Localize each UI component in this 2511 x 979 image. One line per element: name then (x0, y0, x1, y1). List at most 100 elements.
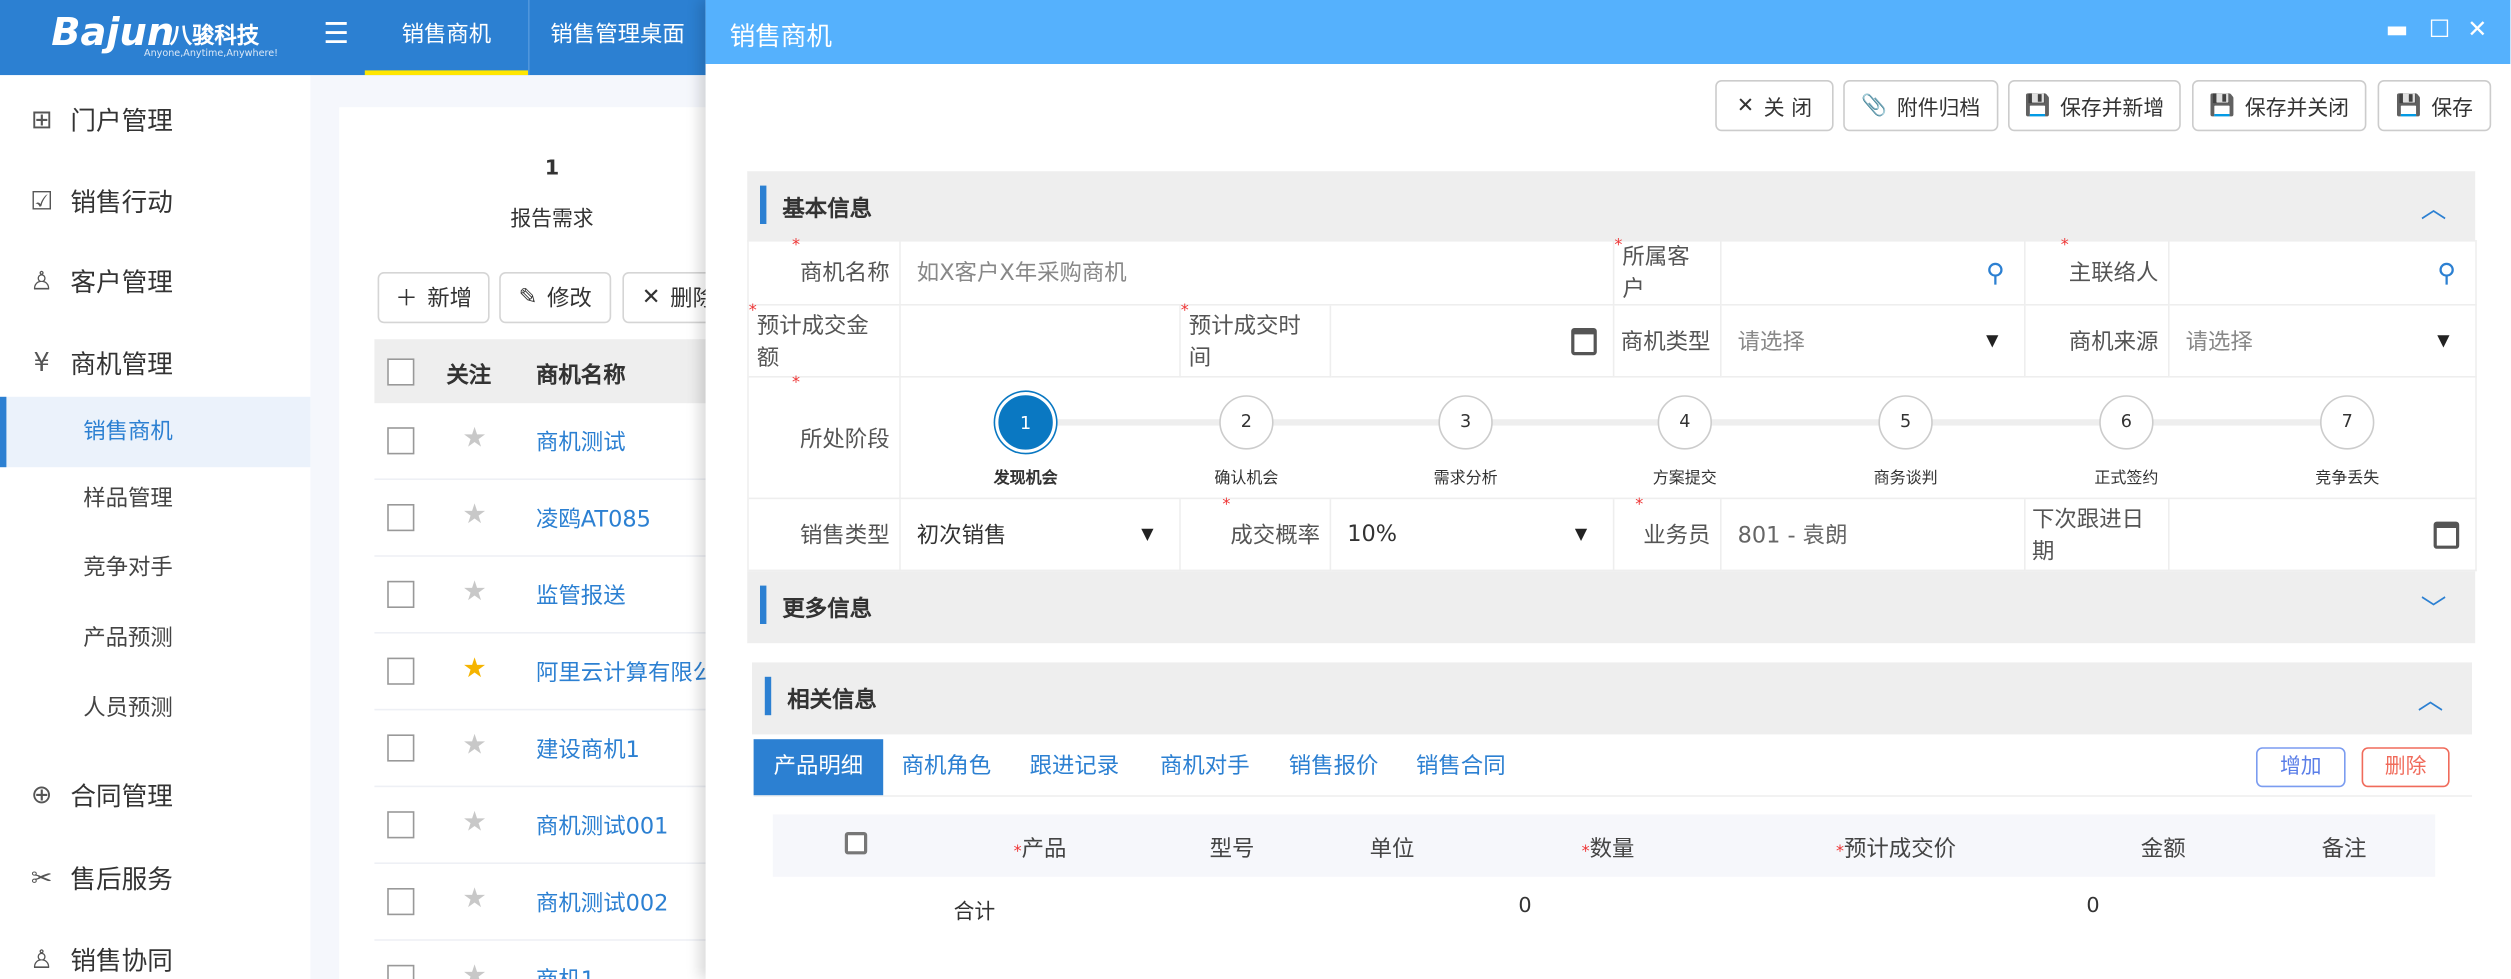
table-row[interactable]: ★ 商机测试 (374, 403, 705, 480)
sidebar-sub-samples[interactable]: 样品管理 (0, 464, 310, 534)
row-checkbox[interactable] (387, 888, 414, 915)
close-date-input[interactable] (1331, 306, 1614, 378)
sidebar-sub-staff-forecast[interactable]: 人员预测 (0, 674, 310, 744)
sidebar-item-sales-action[interactable]: ☑销售行动 (0, 165, 310, 235)
row-checkbox[interactable] (387, 581, 414, 608)
product-select-all-checkbox[interactable] (845, 832, 867, 854)
table-row[interactable]: ★ 监管报送 (374, 557, 705, 634)
star-icon[interactable]: ★ (462, 499, 486, 531)
opportunity-name-link[interactable]: 凌鸥AT085 (536, 502, 651, 534)
star-icon[interactable]: ★ (462, 806, 486, 838)
probability-select[interactable]: 10%▼ (1331, 499, 1614, 571)
sidebar-item-opportunity[interactable]: ¥商机管理 (0, 326, 310, 396)
section-title: 相关信息 (787, 683, 877, 715)
amount-input[interactable] (901, 306, 1181, 378)
attach-button[interactable]: 📎附件归档 (1843, 80, 1998, 131)
calendar-icon[interactable] (2434, 521, 2460, 548)
sidebar-item-portal[interactable]: ⊞门户管理 (0, 83, 310, 153)
opportunity-name-link[interactable]: 商机测试 (536, 426, 626, 458)
save-new-button[interactable]: 💾保存并新增 (2008, 80, 2181, 131)
maximize-icon[interactable]: ☐ (2429, 14, 2451, 43)
table-row[interactable]: ★ 商机1 (374, 941, 705, 979)
stage-step-1[interactable]: 1 (998, 395, 1052, 449)
sidebar-sub-competitors[interactable]: 竞争对手 (0, 533, 310, 603)
brand-name: 八骏科技 (170, 19, 260, 51)
type-select[interactable]: 请选择▼ (1722, 306, 2026, 378)
select-all-checkbox[interactable] (387, 358, 414, 385)
top-tab-sales-desktop[interactable]: 销售管理桌面 (528, 0, 706, 75)
stage-step-6[interactable]: 6 (2099, 395, 2153, 449)
search-icon[interactable]: ⚲ (1986, 257, 2005, 287)
opportunity-name-link[interactable]: 建设商机1 (536, 733, 640, 765)
related-tab[interactable]: 销售合同 (1397, 739, 1525, 795)
next-date-input[interactable] (2170, 499, 2477, 571)
related-tab[interactable]: 商机对手 (1139, 739, 1270, 795)
related-tab[interactable]: 销售报价 (1270, 739, 1396, 795)
save-button[interactable]: 💾保存 (2378, 80, 2492, 131)
source-select[interactable]: 请选择▼ (2170, 306, 2477, 378)
table-row[interactable]: ★ 商机测试001 (374, 787, 705, 864)
close-button[interactable]: ✕关 闭 (1715, 80, 1833, 131)
stage-step-4[interactable]: 4 (1658, 395, 1712, 449)
table-row[interactable]: ★ 商机测试002 (374, 864, 705, 941)
table-row[interactable]: ★ 建设商机1 (374, 710, 705, 787)
search-icon[interactable]: ⚲ (2437, 257, 2456, 287)
minimize-icon[interactable]: ▬ (2386, 14, 2409, 43)
sales-type-select[interactable]: 初次销售▼ (901, 499, 1181, 571)
star-icon[interactable]: ★ (462, 422, 486, 454)
save-close-button[interactable]: 💾保存并关闭 (2192, 80, 2366, 131)
stage-label: 正式签约 (2062, 464, 2190, 488)
top-tab-sales-opportunity[interactable]: 销售商机 (365, 0, 528, 75)
row-checkbox[interactable] (387, 427, 414, 454)
opportunity-name-link[interactable]: 商机测试001 (536, 810, 668, 842)
stage-step-2[interactable]: 2 (1219, 395, 1273, 449)
edit-button[interactable]: ✎修改 (499, 272, 611, 323)
section-related-info[interactable]: 相关信息 ︿ (752, 662, 2472, 734)
sidebar-item-contract[interactable]: ⊕合同管理 (0, 758, 310, 828)
opportunity-name-link[interactable]: 监管报送 (536, 579, 626, 611)
stage-step-7[interactable]: 7 (2320, 395, 2374, 449)
chevron-up-icon[interactable]: ︿ (2421, 187, 2447, 225)
delete-product-button[interactable]: 删除 (2362, 747, 2450, 787)
related-tab[interactable]: 产品明细 (754, 739, 884, 795)
opportunity-name-link[interactable]: 商机测试002 (536, 886, 668, 918)
sidebar-sub-product-forecast[interactable]: 产品预测 (0, 603, 310, 673)
add-button[interactable]: ＋新增 (378, 272, 490, 323)
add-product-button[interactable]: 增加 (2256, 747, 2346, 787)
star-icon[interactable]: ★ (462, 730, 486, 762)
star-icon[interactable]: ★ (462, 576, 486, 608)
chevron-down-icon[interactable]: ﹀ (2421, 587, 2447, 625)
sidebar-item-after-sales[interactable]: ✂售后服务 (0, 842, 310, 912)
row-checkbox[interactable] (387, 658, 414, 685)
calendar-icon[interactable] (1571, 327, 1597, 354)
opportunity-name-input[interactable]: 如X客户X年采购商机 (901, 240, 1615, 306)
section-more-info[interactable]: 更多信息﹀ (747, 571, 2475, 643)
star-icon[interactable]: ★ (462, 653, 486, 685)
customer-input[interactable]: ⚲ (1722, 240, 2026, 306)
section-basic-info[interactable]: 基本信息︿ (747, 171, 2475, 241)
row-checkbox[interactable] (387, 965, 414, 979)
table-row[interactable]: ★ 凌鸥AT085 (374, 480, 705, 557)
sidebar-item-collaboration[interactable]: ♙销售协同 (0, 923, 310, 979)
stage-label: 商务谈判 (1842, 464, 1970, 488)
stage-label: 方案提交 (1621, 464, 1749, 488)
table-row[interactable]: ★ 阿里云计算有限公司 (374, 634, 705, 711)
row-checkbox[interactable] (387, 734, 414, 761)
close-window-icon[interactable]: ✕ (2467, 14, 2487, 43)
row-checkbox[interactable] (387, 811, 414, 838)
star-icon[interactable]: ★ (462, 883, 486, 915)
sidebar-item-customer[interactable]: ♙客户管理 (0, 245, 310, 315)
menu-icon[interactable]: ☰ (323, 18, 349, 52)
star-icon[interactable]: ★ (462, 960, 486, 979)
sidebar-sub-sales-opportunity[interactable]: 销售商机 (0, 397, 310, 467)
related-tab[interactable]: 跟进记录 (1010, 739, 1140, 795)
row-checkbox[interactable] (387, 504, 414, 531)
stage-step-5[interactable]: 5 (1878, 395, 1932, 449)
opportunity-name-link[interactable]: 商机1 (536, 963, 595, 979)
contact-input[interactable]: ⚲ (2170, 240, 2477, 306)
related-tab[interactable]: 商机角色 (883, 739, 1009, 795)
salesperson-input[interactable]: 801 - 袁朗 (1722, 499, 2026, 571)
stage-step-3[interactable]: 3 (1438, 395, 1492, 449)
stat-label[interactable]: 报告需求 (480, 202, 624, 232)
chevron-up-icon[interactable]: ︿ (2418, 678, 2444, 716)
